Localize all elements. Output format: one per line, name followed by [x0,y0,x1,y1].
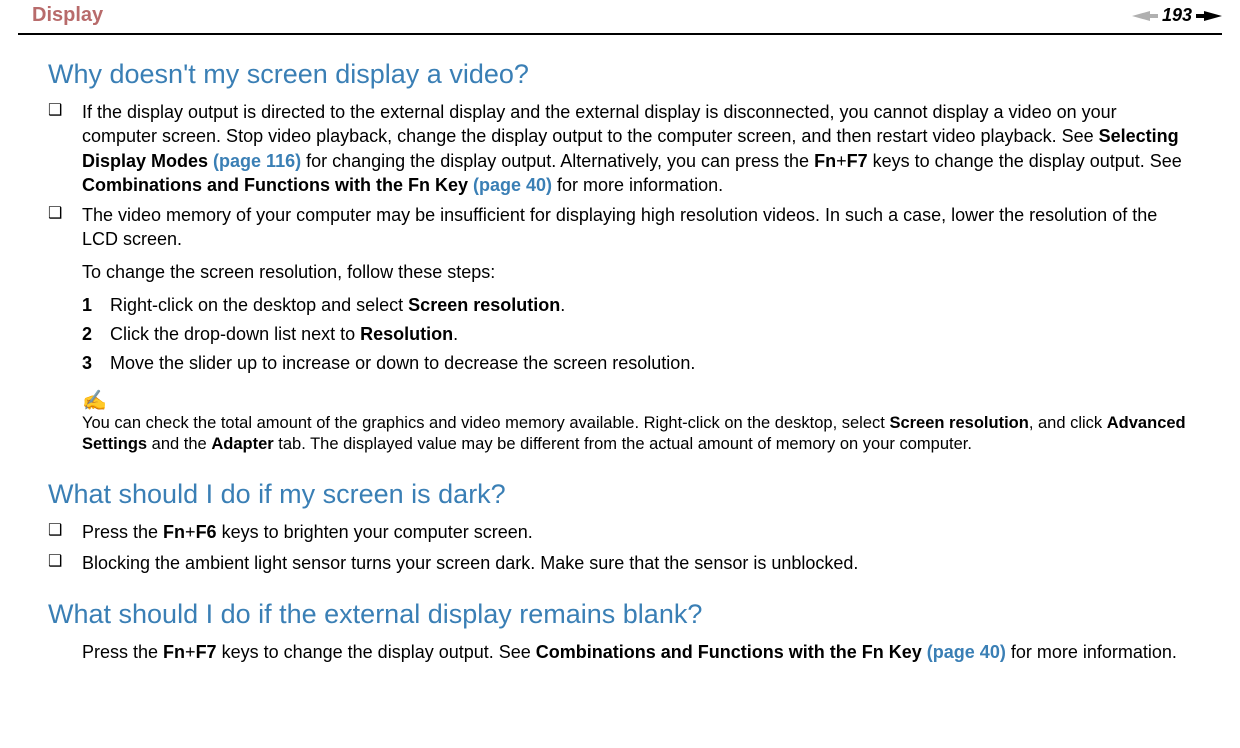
bullet-text: If the display output is directed to the… [82,100,1192,197]
key-fn: Fn [163,522,185,542]
step-text: Move the slider up to increase or down t… [110,351,695,376]
list-item: 3 Move the slider up to increase or down… [82,351,1192,376]
text: and the [147,435,211,453]
text: keys to change the display output. See [868,151,1182,171]
bullet-text: The video memory of your computer may be… [82,203,1192,252]
step-text: Click the drop-down list next to Resolut… [110,322,458,347]
text: . [560,295,565,315]
content: Why doesn't my screen display a video? ❑… [0,59,1240,664]
list-item: ❑ The video memory of your computer may … [48,203,1192,252]
bullet-icon: ❑ [48,520,82,542]
note-icon: ✍ [82,391,1192,411]
text: Press the [82,642,163,662]
bullet-icon: ❑ [48,100,82,122]
number-marker: 2 [82,322,110,347]
text-bold: Screen resolution [889,414,1028,432]
section-heading-dark: What should I do if my screen is dark? [48,479,1192,510]
paragraph: Press the Fn+F7 keys to change the displ… [82,640,1192,664]
breadcrumb: Display [32,4,103,27]
sub-text: To change the screen resolution, follow … [82,260,1192,285]
text: Right-click on the desktop and select [110,295,408,315]
text: , and click [1029,414,1107,432]
numbered-list: 1 Right-click on the desktop and select … [82,293,1192,377]
key-fn: Fn [163,642,185,662]
list-item: ❑ Press the Fn+F6 keys to brighten your … [48,520,1192,544]
note: ✍ You can check the total amount of the … [82,391,1192,456]
text: keys to change the display output. See [217,642,536,662]
text-bold: Combinations and Functions with the Fn K… [82,175,468,195]
text: + [185,642,196,662]
text: . [453,324,458,344]
text: Press the [82,522,163,542]
text: If the display output is directed to the… [82,102,1117,146]
step-text: Right-click on the desktop and select Sc… [110,293,565,318]
divider [18,33,1222,35]
text-bold: Resolution [360,324,453,344]
list-item: ❑ Blocking the ambient light sensor turn… [48,551,1192,575]
key-f7: F7 [196,642,217,662]
bullet-list: ❑ If the display output is directed to t… [48,100,1192,455]
note-text: You can check the total amount of the gr… [82,413,1192,456]
bullet-text: Blocking the ambient light sensor turns … [82,551,1192,575]
text: You can check the total amount of the gr… [82,414,889,432]
list-item: 2 Click the drop-down list next to Resol… [82,322,1192,347]
key-f6: F6 [196,522,217,542]
page: Display 193 Why doesn't my screen displa… [0,0,1240,684]
text-bold: Screen resolution [408,295,560,315]
section-heading-video: Why doesn't my screen display a video? [48,59,1192,90]
page-link[interactable]: (page 40) [468,175,552,195]
key-fn: Fn [814,151,836,171]
page-link[interactable]: (page 116) [208,151,301,171]
bullet-icon: ❑ [48,551,82,573]
page-link[interactable]: (page 40) [922,642,1006,662]
key-f7: F7 [847,151,868,171]
text: keys to brighten your computer screen. [217,522,533,542]
text: for changing the display output. Alterna… [301,151,814,171]
bullet-list: ❑ Press the Fn+F6 keys to brighten your … [48,520,1192,575]
bullet-icon: ❑ [48,203,82,225]
text-bold: Combinations and Functions with the Fn K… [536,642,922,662]
list-item: ❑ If the display output is directed to t… [48,100,1192,197]
text: + [836,151,847,171]
list-item: 1 Right-click on the desktop and select … [82,293,1192,318]
section-heading-external: What should I do if the external display… [48,599,1192,630]
text: for more information. [552,175,723,195]
number-marker: 3 [82,351,110,376]
page-number: 193 [1162,5,1192,26]
header-nav: 193 [1132,5,1222,26]
text: for more information. [1006,642,1177,662]
text: tab. The displayed value may be differen… [274,435,972,453]
text-bold: Adapter [211,435,273,453]
text: Click the drop-down list next to [110,324,360,344]
header: Display 193 [0,0,1240,33]
next-page-icon[interactable] [1196,9,1222,23]
number-marker: 1 [82,293,110,318]
bullet-text: Press the Fn+F6 keys to brighten your co… [82,520,1192,544]
prev-page-icon[interactable] [1132,9,1158,23]
text: + [185,522,196,542]
